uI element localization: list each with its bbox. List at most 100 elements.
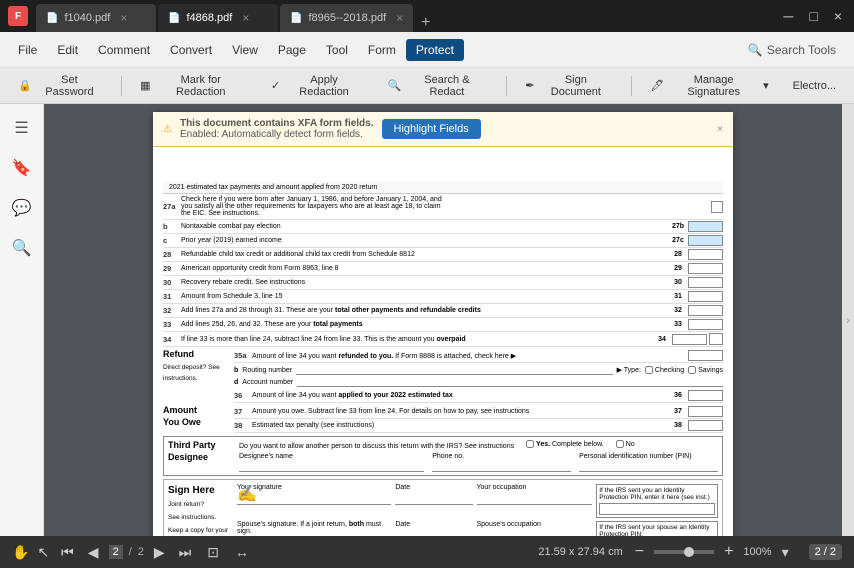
fit-page-button[interactable]: ⊡	[203, 542, 223, 563]
row-28: 28 Refundable child tax credit or additi…	[163, 248, 723, 262]
menu-form[interactable]: Form	[358, 39, 406, 61]
tab-3-close[interactable]: ×	[396, 11, 403, 25]
toolbar-divider-3	[631, 76, 632, 96]
box-27c[interactable]	[688, 235, 723, 246]
prev-page-button[interactable]: ◀	[84, 542, 103, 563]
box-33	[688, 319, 723, 330]
zoom-out-button[interactable]: −	[631, 543, 648, 561]
zoom-slider[interactable]	[654, 550, 714, 554]
row-33: 33 Add lines 25d, 26, and 32. These are …	[163, 318, 723, 332]
tab-2[interactable]: 📄 f4868.pdf ×	[158, 4, 278, 32]
menu-convert[interactable]: Convert	[160, 39, 222, 61]
menu-page[interactable]: Page	[268, 39, 316, 61]
panel-search-icon[interactable]: 🔍	[6, 232, 38, 264]
tab-3[interactable]: 📄 f8965--2018.pdf ×	[280, 4, 413, 32]
row-27c: c Prior year (2019) earned income 27c	[163, 234, 723, 248]
date-field-1[interactable]	[395, 491, 472, 505]
close-button[interactable]: ×	[830, 8, 846, 24]
zoom-in-button[interactable]: +	[720, 543, 737, 561]
next-page-button[interactable]: ▶	[150, 542, 169, 563]
apply-redaction-button[interactable]: ✓ Apply Redaction	[261, 70, 374, 102]
menu-bar: File Edit Comment Convert View Page Tool…	[0, 32, 854, 68]
panel-pages-icon[interactable]: ☰	[6, 112, 38, 144]
irs-spouse-pin-box: If the IRS sent your spouse an Identity …	[596, 521, 718, 536]
page-total: 2	[138, 546, 144, 558]
occupation-field-2[interactable]	[477, 528, 593, 536]
tab-2-close[interactable]: ×	[242, 11, 249, 25]
mark-for-redaction-button[interactable]: ▦ Mark for Redaction	[130, 70, 257, 102]
search-redact-button[interactable]: 🔍 Search & Redact	[378, 70, 498, 102]
first-page-button[interactable]: ⏮	[57, 542, 78, 563]
toolbar-divider-2	[506, 76, 507, 96]
signature-icon: 🖊	[650, 79, 664, 92]
zoom-dropdown-button[interactable]: ▾	[778, 542, 793, 563]
form-content: 2021 estimated tax payments and amount a…	[153, 112, 733, 536]
routing-field[interactable]	[296, 365, 612, 375]
box-31	[688, 291, 723, 302]
account-field[interactable]	[297, 377, 723, 387]
highlight-fields-button[interactable]: Highlight Fields	[382, 119, 481, 139]
menu-file[interactable]: File	[8, 39, 47, 61]
designee-name-field[interactable]	[239, 460, 424, 472]
maximize-button[interactable]: □	[805, 8, 821, 24]
sign-here-label: Sign Here Joint return?See instructions.…	[168, 484, 233, 536]
zoom-controls: − + 100% ▾	[631, 542, 793, 563]
right-panel-handle[interactable]: ›	[842, 104, 854, 536]
manage-signatures-button[interactable]: 🖊 Manage Signatures ▾	[640, 70, 778, 102]
tab-1[interactable]: 📄 f1040.pdf ×	[36, 4, 156, 32]
date-field-2[interactable]	[395, 528, 472, 536]
pin-field[interactable]	[579, 460, 718, 472]
phone-field[interactable]	[432, 460, 571, 472]
title-bar-controls: ─ □ ×	[779, 8, 846, 24]
zoom-slider-thumb[interactable]	[684, 547, 694, 557]
add-tab-button[interactable]: +	[415, 14, 436, 32]
electronic-button[interactable]: Electro...	[783, 76, 846, 96]
tab-1-label: f1040.pdf	[64, 12, 110, 24]
last-page-button[interactable]: ⏭	[175, 542, 196, 563]
menu-tool[interactable]: Tool	[316, 39, 358, 61]
pdf-page: ⚠ This document contains XFA form fields…	[153, 112, 733, 536]
tab-1-close[interactable]: ×	[120, 11, 127, 25]
set-password-button[interactable]: 🔒 Set Password	[8, 70, 113, 102]
row-35d: d Account number	[234, 377, 723, 387]
fit-width-button[interactable]: ↔	[231, 542, 253, 562]
panel-bookmarks-icon[interactable]: 🔖	[6, 152, 38, 184]
checking-checkbox[interactable]: Checking	[645, 366, 684, 374]
row-27a: 27a Check here if you were born after Ja…	[163, 194, 723, 220]
menu-edit[interactable]: Edit	[47, 39, 88, 61]
select-tool-icon[interactable]: ↖	[37, 544, 49, 561]
app-icon: F	[8, 6, 28, 26]
box-32	[688, 305, 723, 316]
minimize-button[interactable]: ─	[779, 8, 797, 24]
page-separator: /	[129, 546, 132, 558]
dimensions: 21.59 x 27.94 cm	[538, 546, 622, 558]
savings-checkbox[interactable]: Savings	[688, 366, 723, 374]
yes-checkbox[interactable]: Yes. Complete below.	[526, 440, 604, 448]
pin-label: Personal identification number (PIN)	[579, 453, 718, 460]
toolbar-divider-1	[121, 76, 122, 96]
banner-close-button[interactable]: ×	[717, 124, 723, 135]
hand-tool-icon[interactable]: ✋	[12, 544, 29, 561]
no-checkbox[interactable]: No	[616, 440, 635, 448]
row-32: 32 Add lines 27a and 28 through 31. Thes…	[163, 304, 723, 318]
menu-comment[interactable]: Comment	[88, 39, 160, 61]
box-34	[672, 334, 707, 345]
irs-pin-field[interactable]	[599, 503, 715, 515]
xfa-banner-text: This document contains XFA form fields.	[180, 118, 374, 129]
panel-comments-icon[interactable]: 💬	[6, 192, 38, 224]
menu-view[interactable]: View	[222, 39, 268, 61]
xfa-banner-subtext: Enabled: Automatically detect form field…	[180, 129, 374, 140]
occupation-field-1[interactable]	[477, 491, 593, 505]
top-note: 2021 estimated tax payments and amount a…	[169, 184, 378, 191]
menu-protect[interactable]: Protect	[406, 39, 464, 61]
amount-owe-section: AmountYou Owe 37 Amount you owe. Subtrac…	[163, 405, 723, 433]
spouse-signature-field[interactable]	[237, 535, 391, 536]
sign-here-note: Joint return?See instructions.Keep a cop…	[168, 501, 228, 536]
tab-2-label: f4868.pdf	[186, 12, 232, 24]
search-tools-button[interactable]: 🔍 Search Tools	[738, 39, 846, 61]
page-badge: 2 / 2	[809, 544, 842, 560]
page-input[interactable]: 2	[109, 545, 123, 559]
signature-field[interactable]: ✍	[237, 491, 391, 505]
box-27b[interactable]	[688, 221, 723, 232]
sign-document-button[interactable]: ✒ Sign Document	[515, 70, 623, 102]
